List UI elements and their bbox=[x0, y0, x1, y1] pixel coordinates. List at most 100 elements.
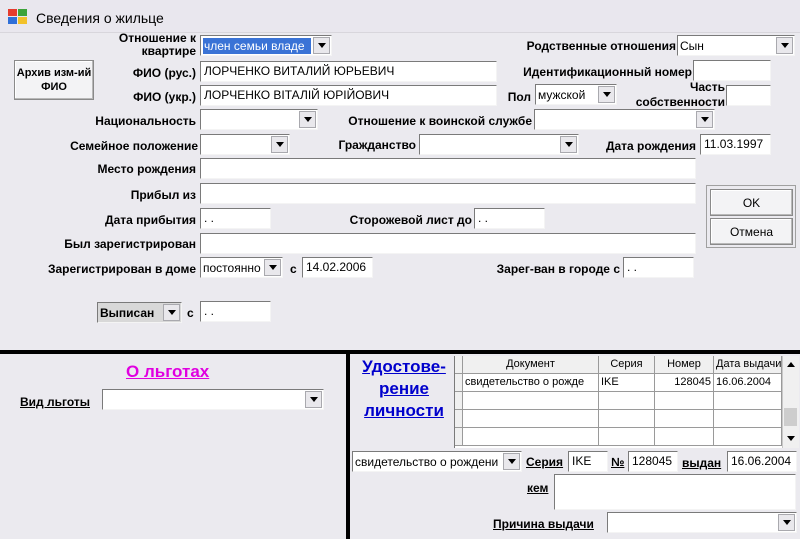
discharged-select[interactable]: Выписан bbox=[97, 302, 182, 323]
table-cell-empty[interactable] bbox=[655, 410, 714, 428]
ok-button[interactable]: OK bbox=[710, 189, 793, 216]
issue-reason-label: Причина выдачи bbox=[493, 517, 594, 531]
benefit-type-label: Вид льготы bbox=[20, 395, 90, 409]
gender-value: мужской bbox=[538, 88, 586, 102]
row-selector[interactable] bbox=[455, 428, 463, 446]
chevron-down-icon[interactable] bbox=[264, 259, 281, 276]
kinship-label: Родственные отношения bbox=[526, 39, 676, 53]
arrived-from-input[interactable] bbox=[200, 183, 696, 204]
document-type-value: свидетельство о рождени bbox=[355, 455, 499, 469]
table-cell-series[interactable]: IKE bbox=[599, 374, 655, 392]
kinship-select[interactable]: Сын bbox=[677, 35, 795, 56]
table-cell-number[interactable]: 128045 bbox=[655, 374, 714, 392]
relation-to-apartment-select[interactable]: член семьи владе bbox=[200, 35, 332, 56]
citizenship-select[interactable] bbox=[419, 134, 579, 155]
issued-by-input[interactable] bbox=[554, 474, 796, 510]
arrival-date-input[interactable]: . . bbox=[200, 208, 271, 229]
chevron-down-icon[interactable] bbox=[163, 304, 180, 321]
gender-label: Пол bbox=[507, 90, 531, 104]
grid-header-date[interactable]: Дата выдачи bbox=[714, 356, 782, 374]
scroll-thumb[interactable] bbox=[784, 408, 797, 426]
chevron-down-icon[interactable] bbox=[776, 37, 793, 54]
table-cell-empty[interactable] bbox=[463, 428, 599, 446]
registered-house-since-label: с bbox=[290, 262, 297, 276]
table-cell-empty[interactable] bbox=[599, 410, 655, 428]
window-title: Сведения о жильце bbox=[36, 10, 164, 26]
registered-house-since-input[interactable]: 14.02.2006 bbox=[302, 257, 373, 278]
gender-select[interactable]: мужской bbox=[535, 84, 617, 105]
fio-ukr-input[interactable]: ЛОРЧЕНКО ВІТАЛІЙ ЮРІЙОВИЧ bbox=[200, 85, 497, 106]
registered-city-label: Зарег-ван в городе с bbox=[496, 262, 620, 276]
scroll-down-arrow-icon[interactable] bbox=[784, 432, 797, 445]
chevron-down-icon[interactable] bbox=[696, 111, 713, 128]
was-registered-input[interactable] bbox=[200, 233, 696, 254]
issue-reason-select[interactable] bbox=[607, 512, 797, 533]
row-selector[interactable] bbox=[455, 374, 463, 392]
vertical-splitter[interactable] bbox=[346, 354, 350, 539]
birth-date-input[interactable]: 11.03.1997 bbox=[700, 134, 771, 155]
id-number-label: Идентификационный номер bbox=[523, 65, 692, 79]
registered-house-select[interactable]: постоянно bbox=[200, 257, 283, 278]
table-cell-date[interactable]: 16.06.2004 bbox=[714, 374, 782, 392]
identity-title[interactable]: Удостове-рение личности bbox=[352, 356, 456, 422]
table-cell-empty[interactable] bbox=[714, 410, 782, 428]
scroll-up-arrow-icon[interactable] bbox=[784, 358, 797, 371]
issued-by-label: кем bbox=[527, 481, 549, 495]
series-label: Серия bbox=[526, 455, 564, 469]
issued-date-input[interactable]: 16.06.2004 bbox=[727, 451, 797, 472]
birth-place-input[interactable] bbox=[200, 158, 696, 179]
chevron-down-icon[interactable] bbox=[598, 86, 615, 103]
table-cell-empty[interactable] bbox=[599, 392, 655, 410]
row-selector[interactable] bbox=[455, 410, 463, 428]
table-cell-empty[interactable] bbox=[655, 392, 714, 410]
guard-sheet-input[interactable]: . . bbox=[474, 208, 545, 229]
document-type-select[interactable]: свидетельство о рождени bbox=[352, 451, 522, 472]
chevron-down-icon[interactable] bbox=[271, 136, 288, 153]
benefit-type-select[interactable] bbox=[102, 389, 324, 410]
chevron-down-icon[interactable] bbox=[503, 453, 520, 470]
number-label: № bbox=[611, 455, 625, 469]
nationality-select[interactable] bbox=[200, 109, 318, 130]
discharged-since-input[interactable]: . . bbox=[200, 301, 271, 322]
archive-name-changes-button[interactable]: Архив изм-ий ФИО bbox=[14, 60, 94, 100]
relation-to-apartment-value: член семьи владе bbox=[203, 38, 311, 54]
chevron-down-icon[interactable] bbox=[313, 37, 330, 54]
registered-city-input[interactable]: . . bbox=[623, 257, 694, 278]
table-cell-empty[interactable] bbox=[714, 392, 782, 410]
chevron-down-icon[interactable] bbox=[305, 391, 322, 408]
table-cell-empty[interactable] bbox=[463, 392, 599, 410]
grid-header-series[interactable]: Серия bbox=[599, 356, 655, 374]
number-input[interactable]: 128045 bbox=[628, 451, 678, 472]
chevron-down-icon[interactable] bbox=[299, 111, 316, 128]
fio-rus-label: ФИО (рус.) bbox=[132, 66, 196, 80]
registered-house-value: постоянно bbox=[203, 261, 261, 275]
id-number-input[interactable] bbox=[693, 60, 771, 81]
title-bar: Сведения о жильце bbox=[0, 0, 800, 33]
was-registered-label: Был зарегистрирован bbox=[64, 237, 196, 251]
discharged-since-label: с bbox=[187, 306, 194, 320]
table-cell-empty[interactable] bbox=[714, 428, 782, 446]
discharged-value: Выписан bbox=[100, 306, 155, 320]
ownership-share-input[interactable] bbox=[726, 85, 771, 106]
row-selector[interactable] bbox=[455, 392, 463, 410]
table-cell-empty[interactable] bbox=[655, 428, 714, 446]
grid-header-document[interactable]: Документ bbox=[463, 356, 599, 374]
fio-ukr-label: ФИО (укр.) bbox=[133, 90, 196, 104]
grid-header-number[interactable]: Номер bbox=[655, 356, 714, 374]
benefits-title[interactable]: О льготах bbox=[126, 362, 209, 382]
table-cell-empty[interactable] bbox=[463, 410, 599, 428]
birth-date-label: Дата рождения bbox=[605, 139, 696, 153]
app-icon bbox=[8, 9, 27, 24]
series-input[interactable]: IKE bbox=[568, 451, 608, 472]
chevron-down-icon[interactable] bbox=[560, 136, 577, 153]
kinship-value: Сын bbox=[680, 39, 704, 53]
citizenship-label: Гражданство bbox=[338, 138, 417, 152]
military-select[interactable] bbox=[534, 109, 715, 130]
cancel-button[interactable]: Отмена bbox=[710, 218, 793, 245]
table-cell-document[interactable]: свидетельство о рожде bbox=[463, 374, 599, 392]
fio-rus-input[interactable]: ЛОРЧЕНКО ВИТАЛИЙ ЮРЬЕВИЧ bbox=[200, 61, 497, 82]
issued-label: выдан bbox=[682, 456, 722, 470]
chevron-down-icon[interactable] bbox=[778, 514, 795, 531]
table-cell-empty[interactable] bbox=[599, 428, 655, 446]
marital-select[interactable] bbox=[200, 134, 290, 155]
